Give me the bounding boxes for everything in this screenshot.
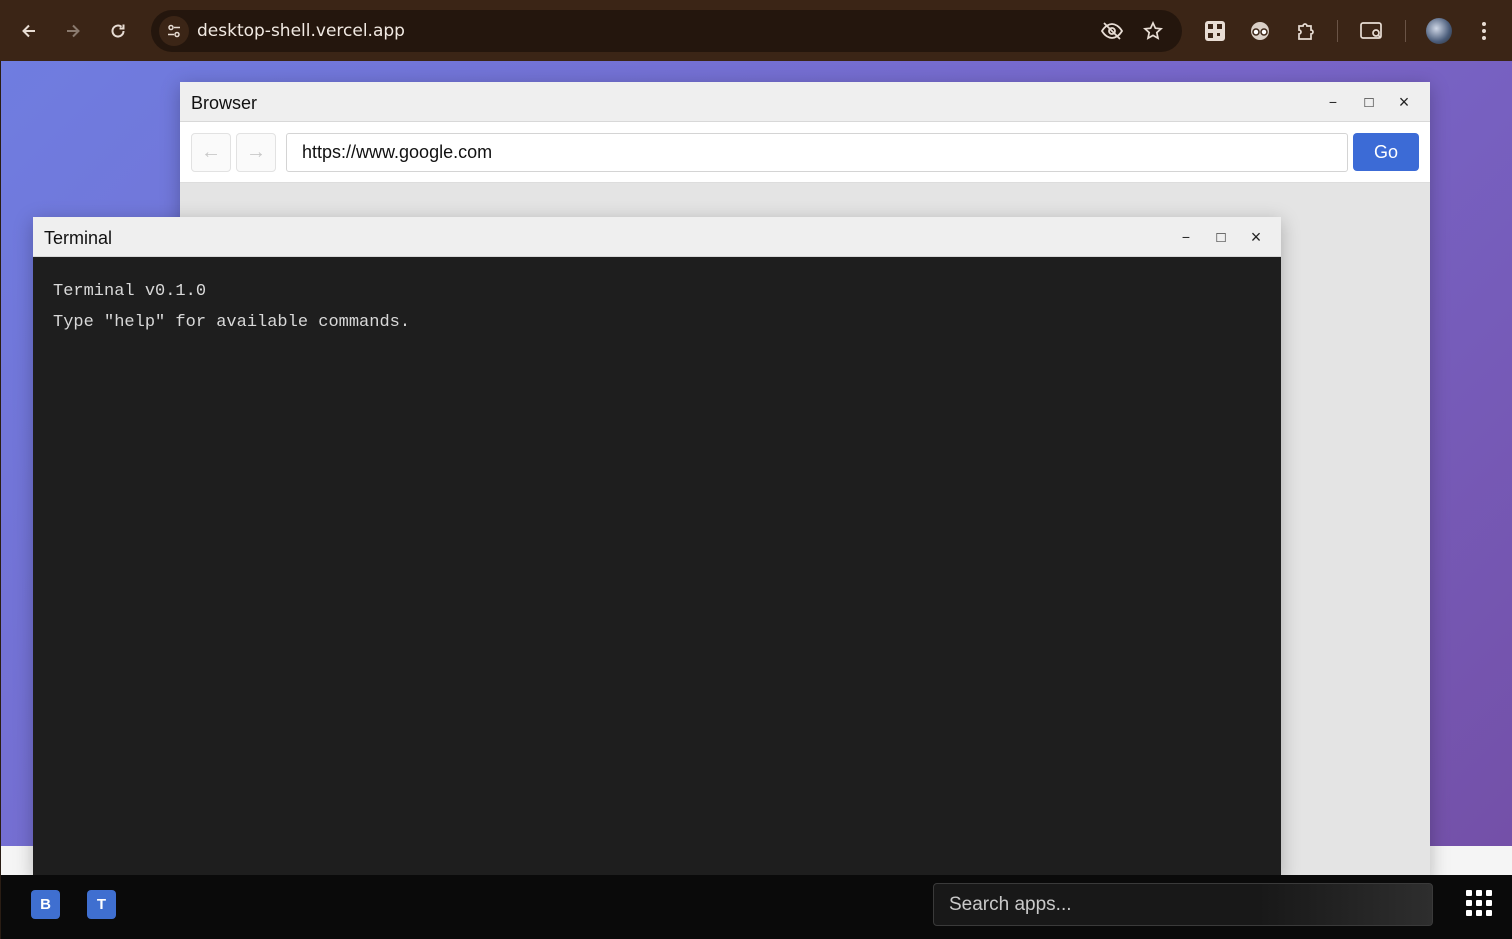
terminal-window-titlebar[interactable]: Terminal − □ × bbox=[33, 217, 1281, 257]
tune-icon bbox=[168, 24, 180, 38]
chrome-menu-icon[interactable] bbox=[1469, 16, 1499, 46]
app-search-input[interactable]: Search apps... bbox=[933, 883, 1433, 926]
window-title: Browser bbox=[191, 93, 258, 113]
maximize-button[interactable]: □ bbox=[1357, 90, 1381, 114]
profile-avatar[interactable] bbox=[1426, 18, 1452, 44]
taskbar-app-terminal[interactable]: T bbox=[87, 890, 116, 919]
window-title: Terminal bbox=[44, 228, 113, 248]
browser-back-button[interactable]: ← bbox=[191, 133, 231, 172]
bookmark-star-icon[interactable] bbox=[1140, 19, 1166, 43]
reload-icon bbox=[111, 24, 125, 38]
taskbar-app-browser[interactable]: B bbox=[31, 890, 60, 919]
chrome-toolbar: desktop-shell.vercel.app bbox=[0, 0, 1512, 61]
browser-url-input[interactable]: https://www.google.com bbox=[286, 133, 1348, 172]
browser-app-toolbar: ← → https://www.google.com Go bbox=[180, 122, 1430, 183]
extensions-puzzle-icon[interactable] bbox=[1291, 16, 1321, 46]
chrome-forward-button[interactable] bbox=[55, 13, 91, 49]
site-settings-button[interactable] bbox=[159, 16, 189, 46]
chrome-reload-button[interactable] bbox=[100, 13, 136, 49]
terminal-line: Terminal v0.1.0 bbox=[53, 282, 207, 301]
chrome-back-button[interactable] bbox=[11, 13, 47, 49]
browser-window-titlebar[interactable]: Browser − □ × bbox=[180, 82, 1430, 122]
taskbar: B T Search apps... bbox=[1, 875, 1512, 939]
arrow-right-icon bbox=[67, 24, 80, 38]
eye-off-icon[interactable] bbox=[1099, 19, 1125, 43]
terminal-output[interactable]: Terminal v0.1.0 Type "help" for availabl… bbox=[33, 257, 1281, 877]
close-button[interactable]: × bbox=[1244, 225, 1268, 249]
maximize-button[interactable]: □ bbox=[1209, 225, 1233, 249]
browser-forward-button[interactable]: → bbox=[236, 133, 276, 172]
go-button[interactable]: Go bbox=[1353, 133, 1419, 171]
chrome-omnibox[interactable]: desktop-shell.vercel.app bbox=[151, 10, 1182, 52]
toolbar-divider bbox=[1337, 20, 1338, 42]
arrow-left-icon bbox=[22, 24, 35, 38]
app-grid-icon[interactable] bbox=[1466, 890, 1492, 916]
minimize-button[interactable]: − bbox=[1321, 90, 1345, 114]
terminal-window[interactable]: Terminal − □ × Terminal v0.1.0 Type "hel… bbox=[33, 217, 1281, 877]
qr-code-icon[interactable] bbox=[1200, 16, 1230, 46]
terminal-line: Type "help" for available commands. bbox=[53, 313, 411, 332]
extension-glasses-icon[interactable] bbox=[1245, 16, 1275, 46]
tab-search-icon[interactable] bbox=[1357, 16, 1387, 46]
chrome-url-text: desktop-shell.vercel.app bbox=[197, 21, 405, 41]
minimize-button[interactable]: − bbox=[1174, 225, 1198, 249]
toolbar-divider bbox=[1405, 20, 1406, 42]
close-button[interactable]: × bbox=[1392, 90, 1416, 114]
